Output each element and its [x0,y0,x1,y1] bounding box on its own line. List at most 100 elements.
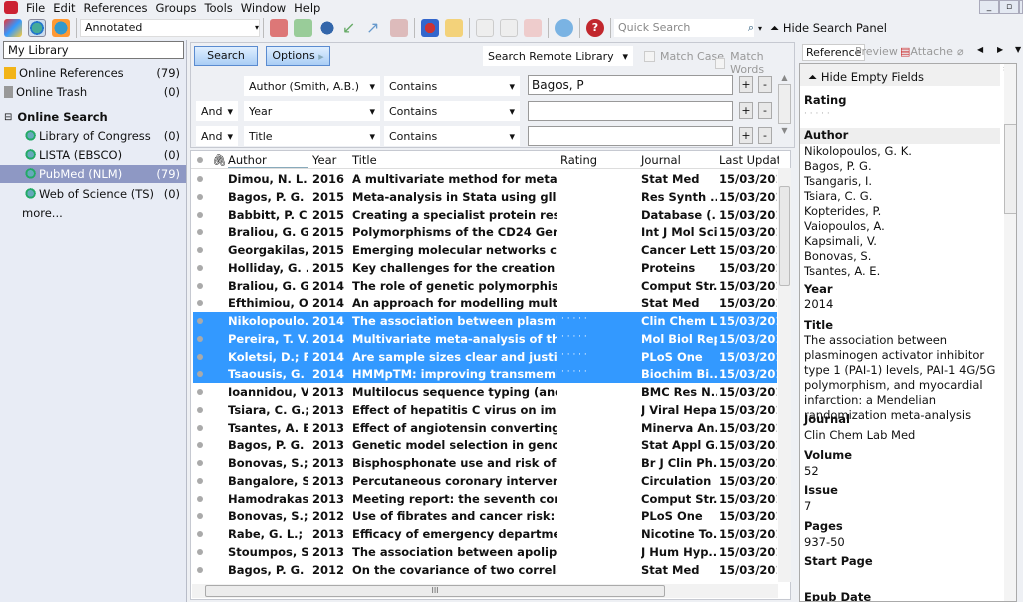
tab-attached-pdfs[interactable]: ▤Attache [900,45,953,58]
output-style-select[interactable]: Annotated ▾ [80,19,260,37]
column-last-update[interactable]: Last Update [719,153,779,167]
remove-row-button[interactable]: - [758,76,772,93]
sync-icon[interactable] [555,19,573,37]
search-term-input[interactable]: Bagos, P [528,75,733,95]
menu-file[interactable]: File [26,1,45,15]
close-button[interactable] [1019,0,1023,14]
pages-field[interactable]: 937-50 [804,535,845,550]
column-year[interactable]: Year [312,153,336,167]
operator-select[interactable]: Contains ▾ [384,101,520,121]
table-row[interactable]: Tsaousis, G. ... 2014 HMMpTM: improving tr… [193,365,777,383]
table-row[interactable]: Bonovas, S.; ... 2013 Bisphosphonate use a… [193,454,777,472]
remove-row-button[interactable]: - [758,102,772,119]
table-row[interactable]: Ioannidou, V... 2013 Multilocus sequence t… [193,383,777,401]
attachment-column-icon[interactable]: 🖇 [212,153,227,167]
table-row[interactable]: Koletsi, D.; F... 2014 Are sample sizes cl… [193,347,777,366]
hide-search-panel-button[interactable]: ⏶ Hide Search Panel [770,21,887,36]
table-row[interactable]: Bonovas, S.; ... 2012 Use of fibrates and … [193,507,777,525]
help-icon[interactable]: ? [586,19,604,37]
table-row[interactable]: Holliday, G. ... 2015 Key challenges for t… [193,259,777,277]
table-row[interactable]: Rabe, G. L.; ... 2013 Efficacy of emergenc… [193,525,777,543]
online-search-group[interactable]: ⊟ Online Search [4,108,182,126]
back-arrow-icon[interactable]: ↙ [342,19,360,37]
online-icon[interactable] [421,19,439,37]
import-icon[interactable] [390,19,408,37]
sidebar-item-web-of-science[interactable]: Web of Science (TS) (0) [4,185,182,203]
tab-preview[interactable]: Preview [855,45,898,58]
options-button[interactable]: Options ▶ [266,46,330,66]
my-library-header[interactable]: My Library [3,41,184,59]
table-row[interactable]: Pereira, T. V.... 2014 Multivariate meta-a… [193,329,777,348]
table-row[interactable]: Bangalore, S... 2013 Percutaneous coronary… [193,472,777,490]
search-rows-scrollbar[interactable]: ▲ ▼ [778,73,791,143]
table-row[interactable]: Dimou, N. L.... 2016 A multivariate method… [193,170,777,188]
year-field[interactable]: 2014 [804,297,833,312]
remove-row-button[interactable]: - [758,127,772,144]
table-row[interactable]: Braliou, G. G... 2015 Polymorphisms of the… [193,223,777,241]
operator-select[interactable]: Contains ▾ [384,126,520,146]
boolean-select[interactable]: And ▾ [196,101,238,121]
journal-field[interactable]: Clin Chem Lab Med [804,428,915,443]
column-journal[interactable]: Journal [641,153,681,167]
table-row[interactable]: Bagos, P. G. 2013 Genetic model selection … [193,436,777,454]
menu-window[interactable]: Window [241,1,286,15]
field-select[interactable]: Title ▾ [244,126,380,146]
search-button[interactable]: Search [194,46,258,66]
format-bibliography-icon[interactable] [500,19,518,37]
search-icon[interactable]: ⌕ [748,19,754,37]
table-row[interactable]: Nikolopoulo... 2014 The association betwee… [193,312,777,330]
next-tab-icon[interactable]: ▶ [997,45,1003,54]
add-row-button[interactable]: + [739,102,753,119]
new-reference-icon[interactable] [294,19,312,37]
more-sources-link[interactable]: more... [4,204,182,222]
find-fulltext-icon[interactable] [318,19,336,37]
boolean-select[interactable]: And ▾ [196,126,238,146]
menu-references[interactable]: References [84,1,148,15]
sidebar-item-online-references[interactable]: Online References (79) [4,64,182,82]
menu-edit[interactable]: Edit [53,1,75,15]
menu-down-icon[interactable]: ▼ [1015,45,1021,54]
forward-arrow-icon[interactable]: ↗ [366,19,384,37]
field-select[interactable]: Year ▾ [244,101,380,121]
collapse-icon[interactable]: ⊟ [4,112,12,123]
table-row[interactable]: Efthimiou, O... 2014 An approach for model… [193,294,777,312]
table-row[interactable]: Tsiara, C. G.; ... 2013 Effect of hepatiti… [193,401,777,419]
paperclip-icon[interactable]: ⌀ [957,45,964,58]
restore-button[interactable]: ▫ [999,0,1019,14]
search-term-input[interactable] [528,101,733,121]
match-case-checkbox[interactable]: Match Case [644,50,724,63]
chevron-down-icon[interactable]: ▾ [758,24,762,33]
copy-references-icon[interactable] [270,19,288,37]
table-row[interactable]: Stoumpos, S... 2013 The association betwee… [193,543,777,561]
quick-search-input[interactable]: Quick Search ⌕ [614,19,754,37]
rating-value[interactable]: · · · · · [804,107,830,122]
title-field[interactable]: The association between plasminogen acti… [804,333,1004,423]
table-row[interactable]: Tsantes, A. E... 2013 Effect of angiotensi… [193,419,777,437]
read-status-column-icon[interactable] [197,157,203,163]
horizontal-scroll-thumb[interactable]: III [205,585,665,597]
reference-scrollbar[interactable] [1004,64,1016,601]
menu-tools[interactable]: Tools [204,1,232,15]
vertical-scroll-thumb[interactable] [779,186,790,286]
folder-icon[interactable] [445,19,463,37]
menu-help[interactable]: Help [294,1,320,15]
issue-field[interactable]: 7 [804,499,811,514]
operator-select[interactable]: Contains ▾ [384,76,520,96]
column-rating[interactable]: Rating [560,153,597,167]
author-field[interactable]: Nikolopoulos, G. K. Bagos, P. G. Tsangaris… [804,144,912,279]
table-row[interactable]: Babbitt, P. C.... 2015 Creating a speciali… [193,206,777,224]
hide-empty-fields-button[interactable]: ⏶ Hide Empty Fields [800,64,1000,86]
previous-tab-icon[interactable]: ◀ [977,45,983,54]
sidebar-item-online-trash[interactable]: Online Trash (0) [4,83,182,101]
table-row[interactable]: Hamodrakas... 2013 Meeting report: the sev… [193,490,777,508]
add-row-button[interactable]: + [739,127,753,144]
table-row[interactable]: Georgakilas, ... 2015 Emerging molecular n… [193,241,777,259]
table-row[interactable]: Braliou, G. G... 2014 The role of genetic … [193,277,777,295]
sidebar-item-lista[interactable]: LISTA (EBSCO) (0) [4,146,182,164]
sidebar-item-library-of-congress[interactable]: Library of Congress (0) [4,127,182,145]
table-row[interactable]: Bagos, P. G. 2012 On the covariance of two… [193,561,777,579]
table-row[interactable]: Bagos, P. G. 2015 Meta-analysis in Stata u… [193,188,777,206]
column-author[interactable]: Author [228,153,308,168]
menu-groups[interactable]: Groups [155,1,196,15]
minimize-button[interactable]: _ [979,0,999,14]
